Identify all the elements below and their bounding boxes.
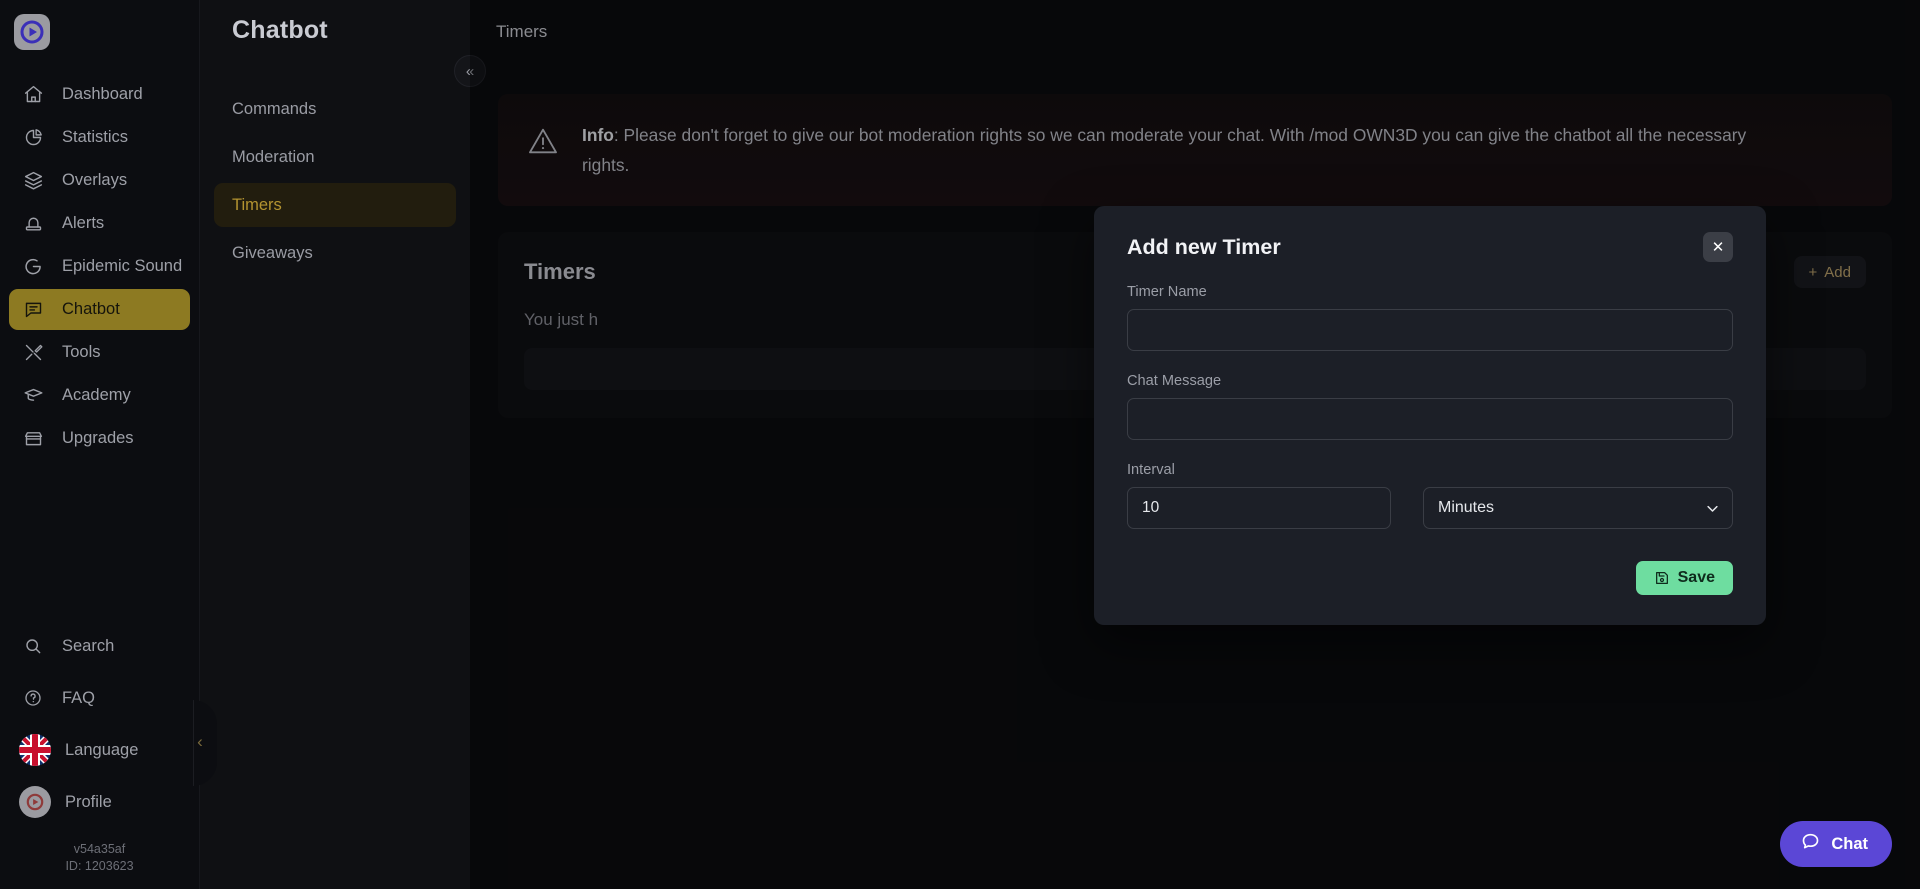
subnav-item-moderation[interactable]: Moderation — [214, 135, 456, 179]
sidebar-item-label: Upgrades — [62, 429, 134, 448]
sidebar-spacer — [0, 459, 199, 627]
sidebar-item-chatbot[interactable]: Chatbot — [9, 289, 190, 330]
alert-lamp-icon — [22, 213, 44, 235]
sidebar-collapse-handle[interactable]: ‹ — [189, 712, 211, 772]
sidebar-item-upgrades[interactable]: Upgrades — [9, 418, 190, 459]
sidebar-item-tools[interactable]: Tools — [9, 332, 190, 373]
chat-widget-label: Chat — [1831, 835, 1868, 854]
sidebar-item-overlays[interactable]: Overlays — [9, 160, 190, 201]
floppy-disk-icon — [1654, 570, 1670, 586]
sidebar-item-statistics[interactable]: Statistics — [9, 117, 190, 158]
chat-message-label: Chat Message — [1127, 373, 1733, 389]
app-version: v54a35af — [0, 841, 199, 858]
subnav-title: Chatbot — [214, 0, 456, 45]
chat-bubble-icon — [1800, 831, 1821, 857]
own3d-play-logo-icon[interactable] — [14, 14, 50, 50]
subnav-item-label: Commands — [232, 100, 316, 119]
avatar — [19, 786, 51, 818]
timer-name-input[interactable] — [1127, 309, 1733, 351]
sidebar-item-label: Overlays — [62, 171, 127, 190]
sidebar-item-label: Tools — [62, 343, 101, 362]
subnav-item-timers[interactable]: Timers — [214, 183, 456, 227]
interval-unit-select[interactable]: Minutes — [1423, 487, 1733, 529]
sidebar-item-alerts[interactable]: Alerts — [9, 203, 190, 244]
sidebar-item-faq[interactable]: FAQ — [9, 679, 190, 717]
layers-icon — [22, 170, 44, 192]
sidebar-item-academy[interactable]: Academy — [9, 375, 190, 416]
brand — [0, 0, 199, 50]
interval-unit-select-wrap: Minutes — [1423, 487, 1733, 529]
interval-value-input[interactable] — [1127, 487, 1391, 529]
app-root: Dashboard Statistics Overlays Alerts — [0, 0, 1920, 889]
timer-name-field: Timer Name — [1127, 284, 1733, 351]
interval-label: Interval — [1127, 462, 1733, 478]
chevron-left-icon: ‹ — [197, 732, 203, 752]
uk-flag-icon — [19, 734, 51, 766]
subnav-item-label: Moderation — [232, 148, 315, 167]
chat-widget-button[interactable]: Chat — [1780, 821, 1892, 867]
subnav-item-label: Giveaways — [232, 244, 313, 263]
app-version-block: v54a35af ID: 1203623 — [0, 835, 199, 883]
timer-name-label: Timer Name — [1127, 284, 1733, 300]
graduation-cap-icon — [22, 385, 44, 407]
search-icon — [22, 635, 44, 657]
sidebar-item-label: Chatbot — [62, 300, 120, 319]
save-button-label: Save — [1678, 569, 1715, 587]
interval-row: Minutes — [1127, 487, 1733, 529]
chat-bubble-icon — [22, 299, 44, 321]
sidebar-item-label: Dashboard — [62, 85, 143, 104]
sidebar-item-profile[interactable]: Profile — [9, 783, 190, 821]
subnav-item-commands[interactable]: Commands — [214, 87, 456, 131]
modal-header: Add new Timer ✕ — [1127, 232, 1733, 262]
modal-title: Add new Timer — [1127, 232, 1281, 260]
sidebar-nav: Dashboard Statistics Overlays Alerts — [0, 74, 199, 459]
home-icon — [22, 84, 44, 106]
sidebar-item-label: Alerts — [62, 214, 104, 233]
sidebar-bottom: Search FAQ Language — [0, 627, 199, 889]
sidebar-item-label: Search — [62, 637, 114, 656]
add-timer-modal: Add new Timer ✕ Timer Name Chat Message … — [1094, 206, 1766, 625]
tools-icon — [22, 342, 44, 364]
sidebar-item-epidemic-sound[interactable]: Epidemic Sound — [9, 246, 190, 287]
sidebar-item-label: Epidemic Sound — [62, 257, 182, 276]
subnav-item-label: Timers — [232, 196, 282, 215]
sidebar-item-language[interactable]: Language — [9, 731, 190, 769]
chatbot-subnav: Chatbot Commands Moderation Timers Givea… — [200, 0, 470, 889]
close-icon[interactable]: ✕ — [1703, 232, 1733, 262]
sidebar-item-label: Academy — [62, 386, 131, 405]
pie-chart-icon — [22, 127, 44, 149]
interval-unit-value: Minutes — [1438, 499, 1494, 517]
primary-sidebar: Dashboard Statistics Overlays Alerts — [0, 0, 200, 889]
subnav-item-giveaways[interactable]: Giveaways — [214, 231, 456, 275]
sidebar-item-label: Profile — [65, 793, 112, 812]
chat-message-field: Chat Message — [1127, 373, 1733, 440]
sidebar-item-label: Language — [65, 741, 138, 760]
user-id: ID: 1203623 — [0, 858, 199, 875]
question-circle-icon — [22, 687, 44, 709]
store-icon — [22, 428, 44, 450]
epidemic-sound-icon — [22, 256, 44, 278]
modal-actions: Save — [1127, 561, 1733, 595]
chat-message-input[interactable] — [1127, 398, 1733, 440]
sidebar-item-label: Statistics — [62, 128, 128, 147]
subnav-list: Commands Moderation Timers Giveaways — [214, 87, 456, 275]
sidebar-item-search[interactable]: Search — [9, 627, 190, 665]
save-button[interactable]: Save — [1636, 561, 1733, 595]
sidebar-item-label: FAQ — [62, 689, 95, 708]
main-content: « Timers Info: Please don't forget to gi… — [470, 0, 1920, 889]
interval-field: Interval Minutes — [1127, 462, 1733, 529]
sidebar-item-dashboard[interactable]: Dashboard — [9, 74, 190, 115]
